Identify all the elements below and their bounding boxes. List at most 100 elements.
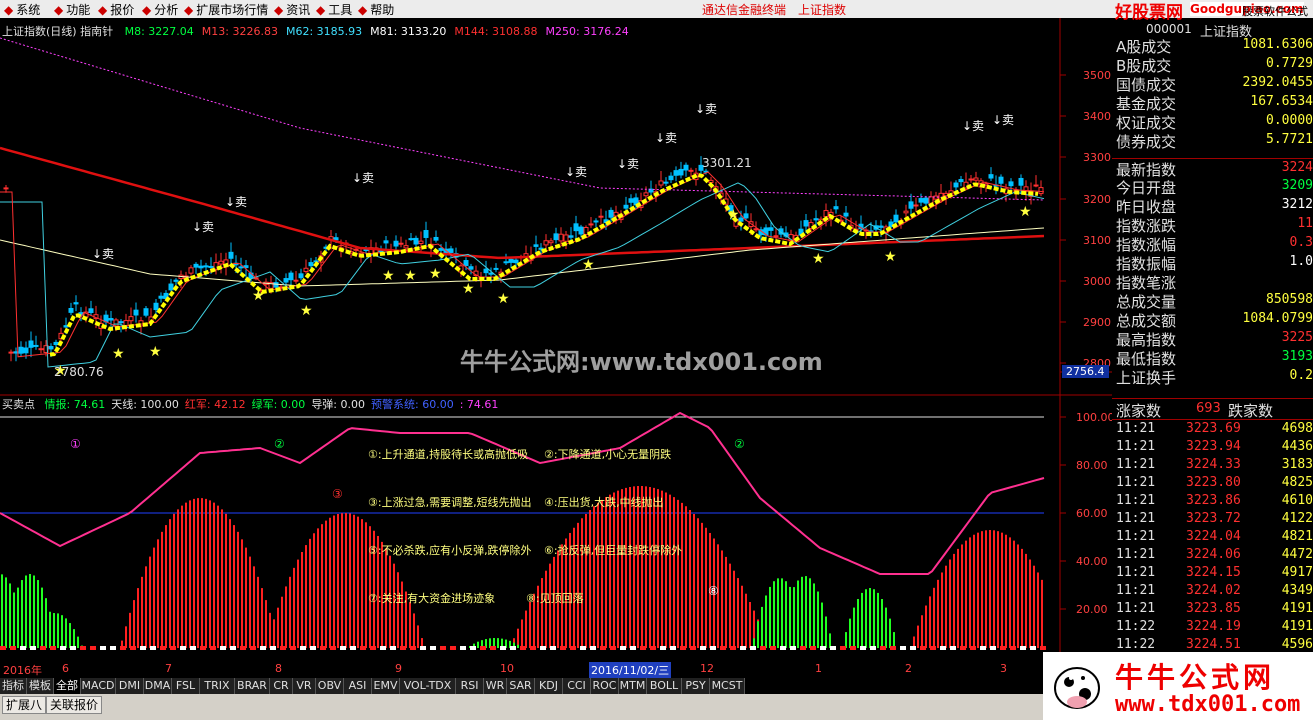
- watermark: 牛牛公式网:www.tdx001.com: [460, 348, 823, 376]
- date-strip-block: [780, 646, 786, 650]
- tab-kdj[interactable]: KDJ: [535, 678, 563, 694]
- candle-body: [153, 302, 159, 311]
- logo-text: 牛牛公式网: [1115, 661, 1276, 694]
- date-strip-block: [960, 646, 966, 650]
- menu-analysis[interactable]: ◆ 分析: [142, 1, 178, 18]
- date-strip-block: [0, 646, 6, 650]
- menu-help[interactable]: ◆ 帮助: [358, 1, 394, 18]
- tab-roc[interactable]: ROC: [591, 678, 619, 694]
- date-strip-block: [150, 646, 156, 650]
- candle-body: [308, 262, 314, 267]
- tab-obv[interactable]: OBV: [316, 678, 344, 694]
- tab-全部[interactable]: 全部: [54, 678, 81, 694]
- tab-wr[interactable]: WR: [484, 678, 507, 694]
- menu-function[interactable]: ◆ 功能: [54, 1, 90, 18]
- tab-psy[interactable]: PSY: [682, 678, 710, 694]
- candle-body: [468, 266, 474, 270]
- quote-label: 债券成交: [1116, 133, 1177, 151]
- date-strip-block: [380, 646, 386, 650]
- tab-boll[interactable]: BOLL: [647, 678, 682, 694]
- tab-rsi[interactable]: RSI: [456, 678, 484, 694]
- date-strip-block: [1040, 646, 1046, 650]
- tab-dma[interactable]: DMA: [144, 678, 172, 694]
- candle-body: [893, 214, 899, 223]
- date-strip-block: [570, 646, 576, 650]
- menu-system[interactable]: ◆ 系统: [4, 1, 40, 18]
- quote-value: 167.6534: [1250, 94, 1313, 109]
- candle-body: [188, 267, 194, 274]
- price-tick-label: 3000: [1083, 275, 1111, 288]
- candle-body: [908, 201, 914, 209]
- tab-vr[interactable]: VR: [293, 678, 316, 694]
- candle-body: [53, 341, 59, 346]
- expand-button[interactable]: 扩展八: [2, 696, 47, 714]
- window-title: 通达信金融终端: [702, 3, 787, 17]
- tab-fsl[interactable]: FSL: [172, 678, 200, 694]
- ma-label: M81: 3133.20: [370, 25, 447, 38]
- tab-macd[interactable]: MACD: [81, 678, 116, 694]
- tab-sar[interactable]: SAR: [507, 678, 535, 694]
- date-strip-block: [190, 646, 196, 650]
- tab-指标[interactable]: 指标: [0, 678, 27, 694]
- candle-body: [1018, 177, 1024, 186]
- menu-news[interactable]: ◆ 资讯: [274, 1, 310, 18]
- menu-extended-market[interactable]: ◆ 扩展市场行情: [184, 1, 268, 18]
- candle-body: [563, 234, 569, 242]
- date-strip-block: [870, 646, 876, 650]
- candle-body: [678, 168, 684, 176]
- sell-marker: ↓卖: [655, 131, 677, 145]
- quote-value: 2392.0455: [1242, 75, 1313, 90]
- tick-time: 11:22: [1116, 619, 1156, 634]
- tab-mtm[interactable]: MTM: [619, 678, 647, 694]
- tab-cr[interactable]: CR: [270, 678, 293, 694]
- candle-body: [968, 178, 974, 181]
- star-marker: ★: [404, 268, 417, 284]
- quote-value: 3209: [1281, 178, 1313, 193]
- quote-label: 指数笔涨: [1116, 274, 1177, 292]
- date-strip-block: [330, 646, 336, 650]
- tab-cci[interactable]: CCI: [563, 678, 591, 694]
- tick-volume: 4472: [1281, 547, 1313, 562]
- month-label: 10: [500, 662, 514, 675]
- menu-tools[interactable]: ◆ 工具: [316, 1, 352, 18]
- candle-body: [303, 267, 309, 272]
- linked-quote-button[interactable]: 关联报价: [46, 696, 103, 714]
- tab-vol-tdx[interactable]: VOL-TDX: [400, 678, 456, 694]
- tick-row: 11:21 3223.86 4610: [1112, 493, 1313, 511]
- tab-trix[interactable]: TRIX: [200, 678, 235, 694]
- candle-body: [508, 258, 514, 263]
- candle-body: [768, 227, 774, 231]
- star-marker: ★: [582, 257, 595, 273]
- date-strip-block: [400, 646, 406, 650]
- tab-mcst[interactable]: MCST: [710, 678, 745, 694]
- menu-quote[interactable]: ◆ 报价: [98, 1, 134, 18]
- menu-icon: ◆: [358, 3, 368, 17]
- candle-body: [283, 278, 289, 283]
- candle-body: [688, 169, 694, 172]
- candle-body: [423, 230, 429, 238]
- date-strip-block: [90, 646, 96, 650]
- date-strip-block: [360, 646, 366, 650]
- date-strip-block: [760, 646, 766, 650]
- price-tick-label: 2900: [1083, 316, 1111, 329]
- quote-row: 指数涨跌 11: [1112, 215, 1313, 235]
- sell-marker: ↓卖: [962, 119, 984, 133]
- indicator-note: ③:上涨过急,需要调整,短线先抛出: [368, 496, 532, 509]
- indicator-tick-label: 80.00: [1076, 459, 1108, 472]
- tab-dmi[interactable]: DMI: [116, 678, 144, 694]
- date-strip-block: [1010, 646, 1016, 650]
- tab-emv[interactable]: EMV: [372, 678, 400, 694]
- tick-price: 3223.72: [1186, 511, 1241, 526]
- candle-body: [973, 177, 979, 181]
- candle-body: [68, 307, 74, 313]
- tab-模板[interactable]: 模板: [27, 678, 54, 694]
- date-strip-block: [520, 646, 526, 650]
- tab-asi[interactable]: ASI: [344, 678, 372, 694]
- tick-price: 3224.19: [1186, 619, 1241, 634]
- sell-marker: ↓卖: [352, 171, 374, 185]
- tick-row: 11:21 3224.15 4917: [1112, 565, 1313, 583]
- tab-brar[interactable]: BRAR: [235, 678, 270, 694]
- indicator-header: 买卖点 情报: 74.61 天线: 100.00 红军: 42.12 绿军: 0.00…: [2, 396, 498, 412]
- high-price-label: 3301.21: [702, 156, 752, 170]
- date-strip-block: [60, 646, 66, 650]
